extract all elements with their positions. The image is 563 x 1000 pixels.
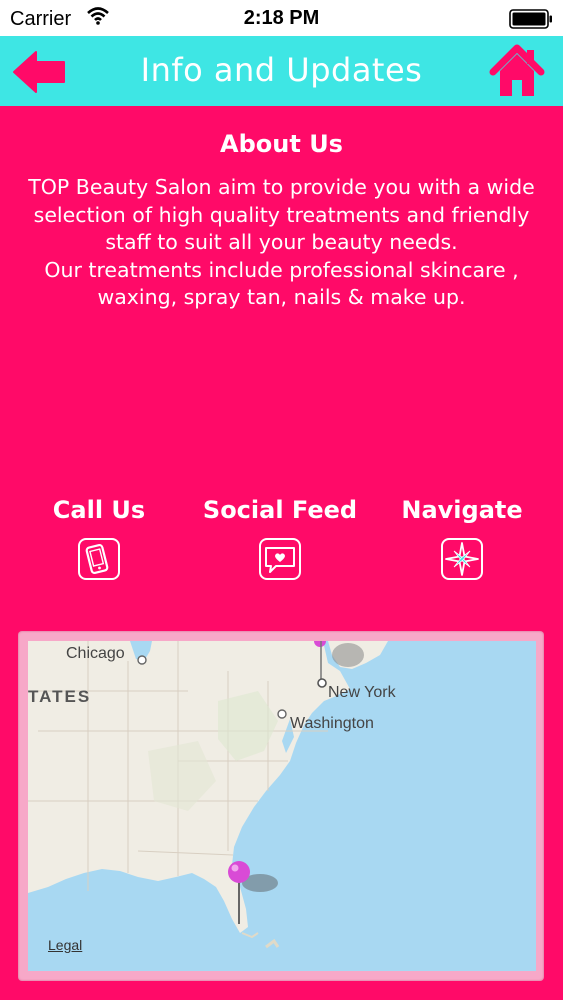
map-graphic [28, 641, 388, 949]
chat-bubble-icon [265, 547, 295, 573]
navigation-bar: Info and Updates [0, 36, 563, 106]
social-feed-label: Social Feed [202, 496, 358, 524]
phone-icon [85, 543, 109, 575]
social-feed-button[interactable]: Social Feed [185, 496, 375, 580]
navigate-button[interactable]: Navigate [367, 496, 557, 580]
navigate-icon-box[interactable] [441, 538, 483, 580]
battery-icon [509, 9, 552, 29]
navigate-label: Navigate [401, 496, 523, 524]
home-button[interactable] [489, 44, 545, 98]
page-title: Info and Updates [140, 51, 423, 89]
map-label-new-york: New York [328, 684, 396, 701]
status-time: 2:18 PM [243, 7, 320, 29]
map-legal-link[interactable]: Legal [48, 937, 82, 953]
call-us-icon-box[interactable] [78, 538, 120, 580]
map-label-washington: Washington [290, 715, 374, 732]
home-icon [489, 44, 545, 96]
call-us-label: Call Us [52, 496, 146, 524]
status-bar: Carrier 2:18 PM [0, 0, 563, 36]
social-feed-icon-box[interactable] [259, 538, 301, 580]
about-description: TOP Beauty Salon aim to provide you with… [28, 175, 535, 309]
compass-icon [445, 542, 479, 576]
map-label-states: TATES [28, 687, 92, 706]
map-label-chicago: Chicago [66, 645, 125, 662]
about-title: About Us [220, 130, 343, 158]
map-view[interactable]: Chicago TATES New York Washington Legal [28, 641, 536, 971]
call-us-button[interactable]: Call Us [4, 496, 194, 580]
